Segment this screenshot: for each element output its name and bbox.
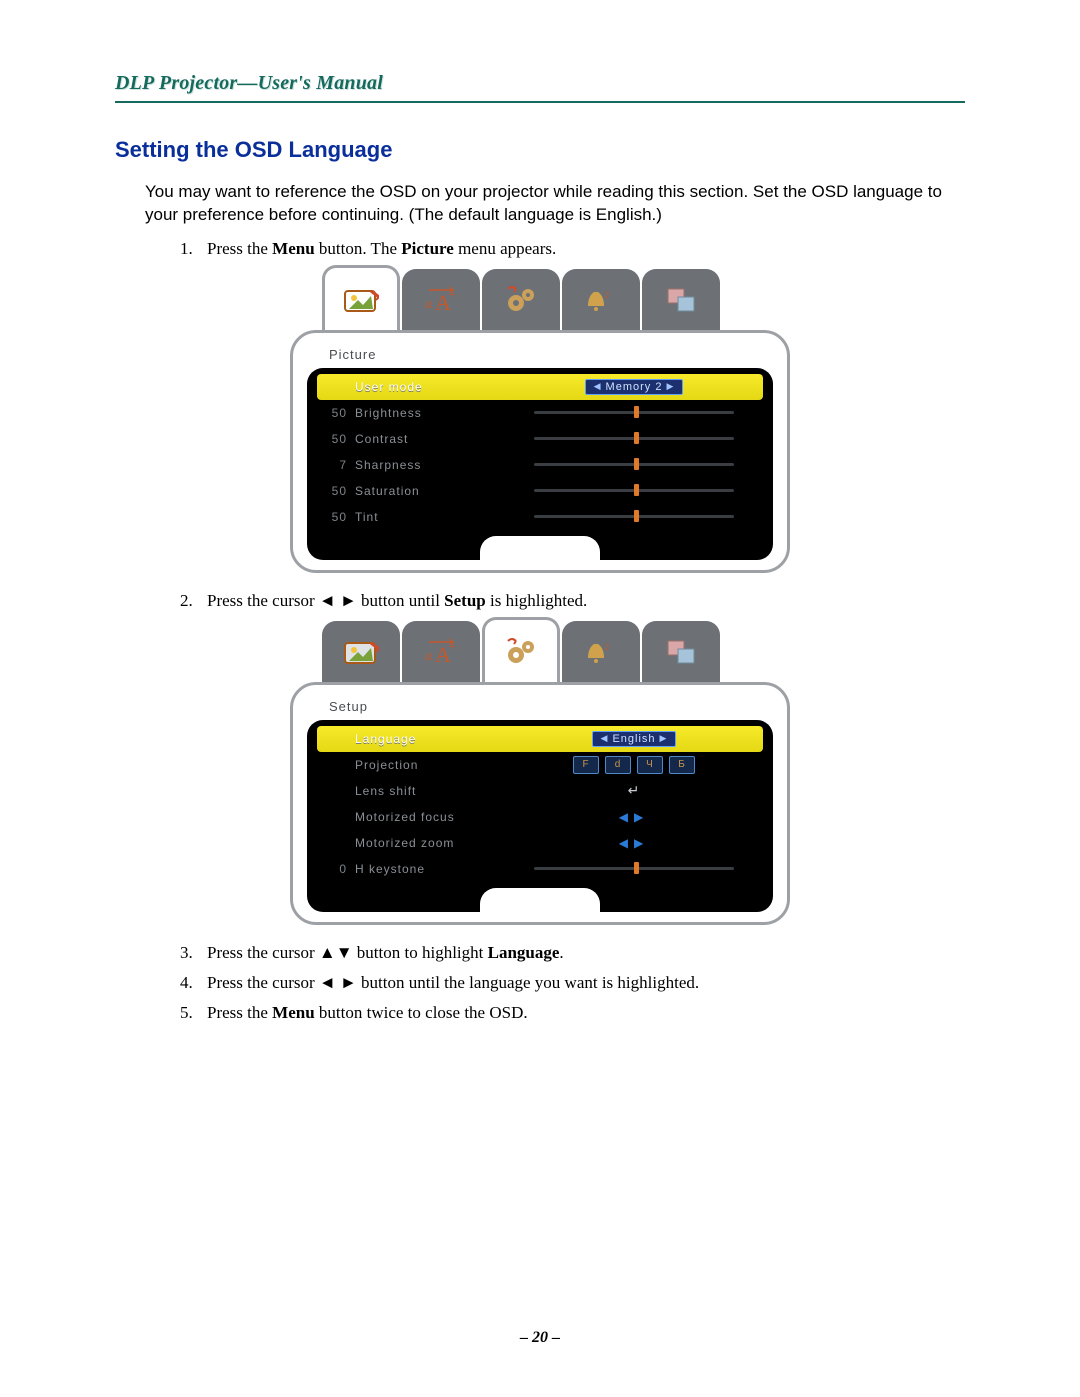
tint-slider[interactable]: [534, 515, 734, 518]
row-lens-shift[interactable]: Lens shift ↵: [317, 778, 763, 804]
step-2: Press the cursor ◄ ► button until Setup …: [197, 591, 965, 611]
row-projection[interactable]: Projection F d Ч Б: [317, 752, 763, 778]
saturation-slider[interactable]: [534, 489, 734, 492]
chevron-right-icon: ▶: [666, 381, 674, 392]
osd-menu-list: Language ◀ English ▶ Projection F d: [307, 720, 773, 912]
osd-figure-setup: aA+ ♪ Setup: [290, 621, 790, 925]
manual-page: DLP Projector—User's Manual Setting the …: [0, 0, 1080, 1397]
osd-menu-list: User mode ◀ Memory 2 ▶ 50 Brightness: [307, 368, 773, 560]
row-contrast[interactable]: 50 Contrast: [317, 426, 763, 452]
contrast-slider[interactable]: [534, 437, 734, 440]
osd-title: Setup: [329, 699, 773, 714]
row-motorized-focus[interactable]: Motorized focus ◀▶: [317, 804, 763, 830]
step-3: Press the cursor ▲▼ button to highlight …: [197, 943, 965, 963]
row-sharpness[interactable]: 7 Sharpness: [317, 452, 763, 478]
projection-mode-icon[interactable]: Ч: [637, 756, 663, 774]
tab-alerts[interactable]: ♪: [562, 621, 640, 683]
h-keystone-slider[interactable]: [534, 867, 734, 870]
step-5: Press the Menu button twice to close the…: [197, 1003, 965, 1023]
osd-title: Picture: [329, 347, 773, 362]
intro-paragraph: You may want to reference the OSD on you…: [145, 181, 965, 227]
step-1: Press the Menu button. The Picture menu …: [197, 239, 965, 259]
tab-picture[interactable]: [322, 621, 400, 683]
row-h-keystone[interactable]: 0 H keystone: [317, 856, 763, 882]
row-saturation[interactable]: 50 Saturation: [317, 478, 763, 504]
section-heading: Setting the OSD Language: [115, 137, 965, 163]
instruction-list-cont: Press the cursor ◄ ► button until Setup …: [145, 591, 965, 611]
osd-figure-picture: aA+ ♪ Picture: [290, 269, 790, 573]
enter-icon: ↵: [628, 782, 641, 799]
tab-picture[interactable]: [322, 265, 400, 333]
row-language[interactable]: Language ◀ English ▶: [317, 726, 763, 752]
chevron-right-icon: ▶: [660, 733, 668, 744]
projection-mode-icon[interactable]: F: [573, 756, 599, 774]
language-dropdown[interactable]: ◀ English ▶: [592, 731, 677, 747]
page-number: – 20 –: [0, 1329, 1080, 1347]
svg-text:♪: ♪: [604, 287, 610, 301]
tab-text[interactable]: aA+: [402, 269, 480, 331]
tab-setup[interactable]: [482, 617, 560, 685]
chevron-left-icon: ◀: [594, 381, 602, 392]
picture-icon: [342, 635, 380, 669]
tab-pip[interactable]: [642, 621, 720, 683]
pip-icon: [662, 635, 700, 669]
header-rule: [115, 101, 965, 103]
osd-tab-row: aA+ ♪: [290, 621, 790, 685]
osd-panel: Setup Language ◀ English ▶ Projec: [290, 682, 790, 925]
instruction-list: Press the Menu button. The Picture menu …: [145, 239, 965, 259]
left-right-arrows-icon: ◀▶: [619, 810, 649, 824]
tab-alerts[interactable]: ♪: [562, 269, 640, 331]
doc-header: DLP Projector—User's Manual: [115, 72, 965, 95]
svg-text:♪: ♪: [604, 639, 610, 653]
bell-music-icon: ♪: [582, 283, 620, 317]
gears-icon: [502, 635, 540, 669]
picture-icon: [342, 283, 380, 317]
user-mode-dropdown[interactable]: ◀ Memory 2 ▶: [585, 379, 684, 395]
row-tint[interactable]: 50 Tint: [317, 504, 763, 530]
svg-text:a: a: [425, 297, 432, 312]
osd-notch: [480, 888, 600, 914]
bell-music-icon: ♪: [582, 635, 620, 669]
tab-text[interactable]: aA+: [402, 621, 480, 683]
left-right-arrows-icon: ◀▶: [619, 836, 649, 850]
step-4: Press the cursor ◄ ► button until the la…: [197, 973, 965, 993]
tab-setup[interactable]: [482, 269, 560, 331]
brightness-slider[interactable]: [534, 411, 734, 414]
tab-pip[interactable]: [642, 269, 720, 331]
osd-tab-row: aA+ ♪: [290, 269, 790, 333]
gears-icon: [502, 283, 540, 317]
row-motorized-zoom[interactable]: Motorized zoom ◀▶: [317, 830, 763, 856]
pip-icon: [662, 283, 700, 317]
sharpness-slider[interactable]: [534, 463, 734, 466]
osd-panel: Picture User mode ◀ Memory 2 ▶ 50: [290, 330, 790, 573]
text-aa-icon: aA+: [422, 635, 460, 669]
projection-mode-icon[interactable]: Б: [669, 756, 695, 774]
instruction-list-cont2: Press the cursor ▲▼ button to highlight …: [145, 943, 965, 1023]
projection-mode-icon[interactable]: d: [605, 756, 631, 774]
row-brightness[interactable]: 50 Brightness: [317, 400, 763, 426]
row-user-mode[interactable]: User mode ◀ Memory 2 ▶: [317, 374, 763, 400]
osd-notch: [480, 536, 600, 562]
svg-text:a: a: [425, 649, 432, 664]
chevron-left-icon: ◀: [601, 733, 609, 744]
text-aa-icon: aA+: [422, 283, 460, 317]
